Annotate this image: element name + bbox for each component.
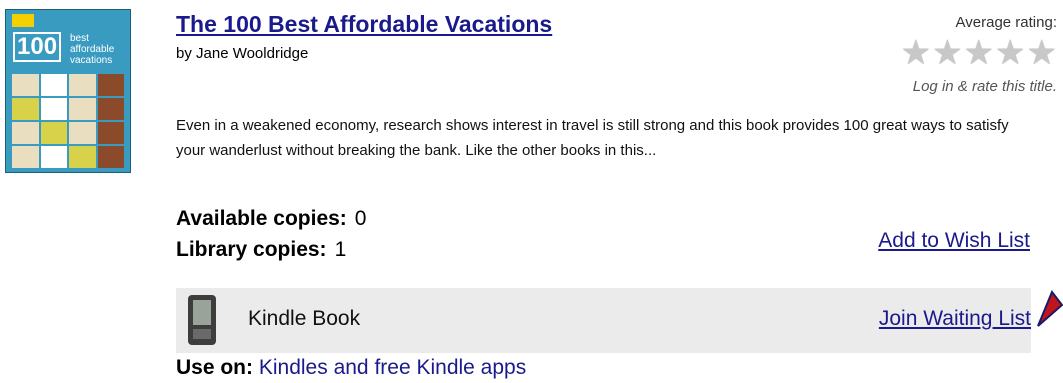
star-icon[interactable]: ★ — [1027, 36, 1057, 70]
book-author: by Jane Wooldridge — [176, 45, 309, 62]
join-waiting-list-link[interactable]: Join Waiting List — [879, 307, 1031, 331]
available-copies: Available copies: 0 — [176, 207, 366, 231]
library-copies: Library copies: 1 — [176, 238, 346, 262]
available-copies-value: 0 — [354, 207, 367, 230]
star-icon[interactable]: ★ — [901, 36, 931, 70]
rating-stars[interactable]: ★ ★ ★ ★ ★ — [901, 36, 1057, 70]
publisher-logo — [12, 14, 34, 27]
star-icon[interactable]: ★ — [995, 36, 1025, 70]
average-rating-label: Average rating: — [955, 14, 1057, 31]
login-rate-link[interactable]: Log in & rate this title. — [913, 78, 1057, 95]
available-copies-label: Available copies: — [176, 207, 347, 230]
cover-photo-grid — [12, 74, 124, 168]
cover-number: 100 — [13, 32, 62, 62]
format-name: Kindle Book — [248, 307, 361, 330]
add-to-wish-list-link[interactable]: Add to Wish List — [878, 229, 1030, 253]
cover-subtitle: best affordable vacations — [70, 33, 115, 66]
format-row: Kindle Book Join Waiting List — [176, 288, 1031, 353]
star-icon[interactable]: ★ — [932, 36, 962, 70]
book-description: Even in a weakened economy, research sho… — [176, 117, 1009, 159]
red-arrow-icon — [1037, 290, 1063, 327]
book-title-link[interactable]: The 100 Best Affordable Vacations — [176, 11, 552, 38]
library-copies-value: 1 — [334, 238, 347, 261]
kindle-device-icon — [188, 295, 216, 345]
use-on-label: Use on: — [176, 356, 254, 379]
star-icon[interactable]: ★ — [964, 36, 994, 70]
use-on-value: Kindles and free Kindle apps — [258, 356, 527, 379]
use-on-row: Use on: Kindles and free Kindle apps — [176, 356, 526, 380]
library-copies-label: Library copies: — [176, 238, 327, 261]
book-cover[interactable]: 100 best affordable vacations — [5, 9, 131, 173]
